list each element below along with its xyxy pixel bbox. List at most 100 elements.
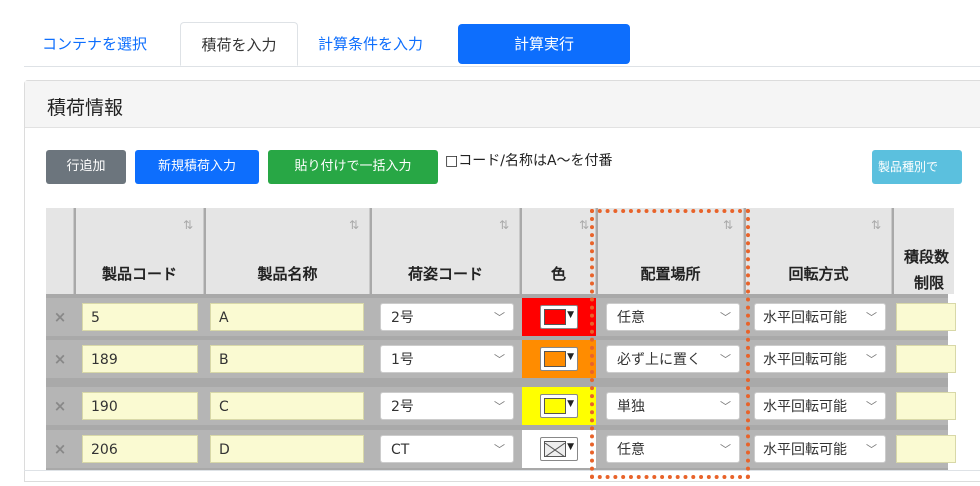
chevron-down-icon: ﹀ [866, 311, 877, 324]
tab-select-container[interactable]: コンテナを選択 [42, 22, 147, 66]
header-pack-code[interactable]: ⇅ 荷姿コード [372, 208, 520, 294]
header-label: 製品コード [101, 265, 177, 283]
sort-icon[interactable]: ⇅ [499, 218, 509, 232]
color-picker[interactable]: ▼ [540, 437, 578, 461]
product-type-button[interactable]: 製品種別で [872, 150, 962, 184]
card-title: 積荷情報 [47, 97, 124, 119]
divider [24, 470, 980, 471]
chevron-down-icon: ﹀ [720, 353, 731, 366]
rotation-select[interactable]: 水平回転可能 ﹀ [754, 392, 886, 420]
header-rotation[interactable]: ⇅ 回転方式 [746, 208, 892, 294]
new-cargo-button[interactable]: 新規積荷入力 [135, 150, 259, 184]
rotation-select[interactable]: 水平回転可能 ﹀ [754, 303, 886, 331]
header-delete-col [46, 208, 74, 294]
product-name-input[interactable]: C [210, 392, 364, 420]
rotation-select[interactable]: 水平回転可能 ﹀ [754, 435, 886, 463]
chevron-down-icon: ﹀ [720, 311, 731, 324]
product-name-input[interactable]: A [210, 303, 364, 331]
pack-code-value: 1号 [391, 352, 414, 368]
placement-select[interactable]: 単独 ﹀ [606, 392, 740, 420]
color-picker[interactable]: ▼ [540, 305, 578, 329]
header-label: 色 [550, 265, 566, 283]
stack-limit-input[interactable] [896, 303, 956, 331]
stack-limit-input[interactable] [896, 392, 956, 420]
header-color[interactable]: ⇅ 色 [522, 208, 596, 294]
header-stack-limit[interactable]: 積段数 制限 [894, 208, 954, 294]
header-label: 荷姿コード [407, 265, 483, 283]
color-swatch-icon [544, 351, 566, 367]
stack-limit-input[interactable] [896, 345, 956, 373]
add-row-button[interactable]: 行追加 [46, 150, 126, 184]
placement-value: 任意 [617, 310, 645, 326]
pack-code-select[interactable]: 1号 ﹀ [380, 345, 514, 373]
pack-code-select[interactable]: 2号 ﹀ [380, 392, 514, 420]
header-label: 制限 [914, 274, 945, 292]
chevron-down-icon: ﹀ [494, 443, 505, 456]
product-name-input[interactable]: D [210, 435, 364, 463]
product-code-input[interactable]: 206 [82, 435, 198, 463]
placement-select[interactable]: 任意 ﹀ [606, 435, 740, 463]
delete-row-icon[interactable]: × [46, 308, 74, 326]
chevron-down-icon: ﹀ [494, 311, 505, 324]
placement-value: 単独 [617, 399, 645, 415]
sort-icon[interactable]: ⇅ [349, 218, 359, 232]
dropdown-arrow-icon: ▼ [567, 352, 574, 362]
pack-code-value: CT [391, 442, 410, 458]
header-label: 回転方式 [788, 265, 849, 283]
tab-input-cargo[interactable]: 積荷を入力 [180, 22, 298, 66]
rotation-value: 水平回転可能 [763, 310, 847, 326]
dropdown-arrow-icon: ▼ [567, 310, 574, 320]
delete-row-icon[interactable]: × [46, 440, 74, 458]
stack-limit-input[interactable] [896, 435, 956, 463]
no-color-icon [544, 442, 566, 458]
header-label: 積段数 [904, 248, 950, 266]
tab-bar: コンテナを選択 積荷を入力 計算条件を入力 計算実行 [24, 22, 980, 67]
placement-select[interactable]: 任意 ﹀ [606, 303, 740, 331]
card-header [25, 81, 980, 128]
product-name-input[interactable]: B [210, 345, 364, 373]
paste-bulk-button[interactable]: 貼り付けで一括入力 [268, 150, 438, 184]
pack-code-value: 2号 [391, 310, 414, 326]
sort-icon[interactable]: ⇅ [579, 218, 589, 232]
rotation-value: 水平回転可能 [763, 352, 847, 368]
header-placement[interactable]: ⇅ 配置場所 [598, 208, 744, 294]
chevron-down-icon: ﹀ [720, 443, 731, 456]
chevron-down-icon: ﹀ [720, 400, 731, 413]
pack-code-select[interactable]: 2号 ﹀ [380, 303, 514, 331]
chevron-down-icon: ﹀ [866, 443, 877, 456]
delete-row-icon[interactable]: × [46, 350, 74, 368]
placement-value: 必ず上に置く [617, 352, 701, 368]
sort-icon[interactable]: ⇅ [871, 218, 881, 232]
header-product-code[interactable]: ⇅ 製品コード [76, 208, 204, 294]
color-picker[interactable]: ▼ [540, 394, 578, 418]
chevron-down-icon: ﹀ [494, 400, 505, 413]
product-code-input[interactable]: 5 [82, 303, 198, 331]
tab-calc-conditions[interactable]: 計算条件を入力 [318, 22, 423, 66]
rotation-value: 水平回転可能 [763, 399, 847, 415]
placement-select[interactable]: 必ず上に置く ﹀ [606, 345, 740, 373]
header-label: 製品名称 [257, 265, 318, 283]
auto-number-checkbox[interactable]: □コード/名称はA～を付番 [445, 150, 613, 172]
rotation-value: 水平回転可能 [763, 442, 847, 458]
sort-icon[interactable]: ⇅ [183, 218, 193, 232]
dropdown-arrow-icon: ▼ [567, 399, 574, 409]
sort-icon[interactable]: ⇅ [723, 218, 733, 232]
color-picker[interactable]: ▼ [540, 347, 578, 371]
run-calculation-button[interactable]: 計算実行 [458, 24, 630, 64]
color-cell: ▼ [522, 387, 596, 425]
color-cell: ▼ [522, 340, 596, 378]
color-swatch-icon [544, 309, 566, 325]
product-code-input[interactable]: 189 [82, 345, 198, 373]
color-cell: ▼ [522, 298, 596, 336]
chevron-down-icon: ﹀ [866, 353, 877, 366]
color-cell: ▼ [522, 430, 596, 468]
header-product-name[interactable]: ⇅ 製品名称 [206, 208, 370, 294]
rotation-select[interactable]: 水平回転可能 ﹀ [754, 345, 886, 373]
color-swatch-icon [544, 398, 566, 414]
placement-value: 任意 [617, 442, 645, 458]
delete-row-icon[interactable]: × [46, 397, 74, 415]
header-label: 配置場所 [640, 265, 701, 283]
chevron-down-icon: ﹀ [494, 353, 505, 366]
product-code-input[interactable]: 190 [82, 392, 198, 420]
pack-code-select[interactable]: CT ﹀ [380, 435, 514, 463]
